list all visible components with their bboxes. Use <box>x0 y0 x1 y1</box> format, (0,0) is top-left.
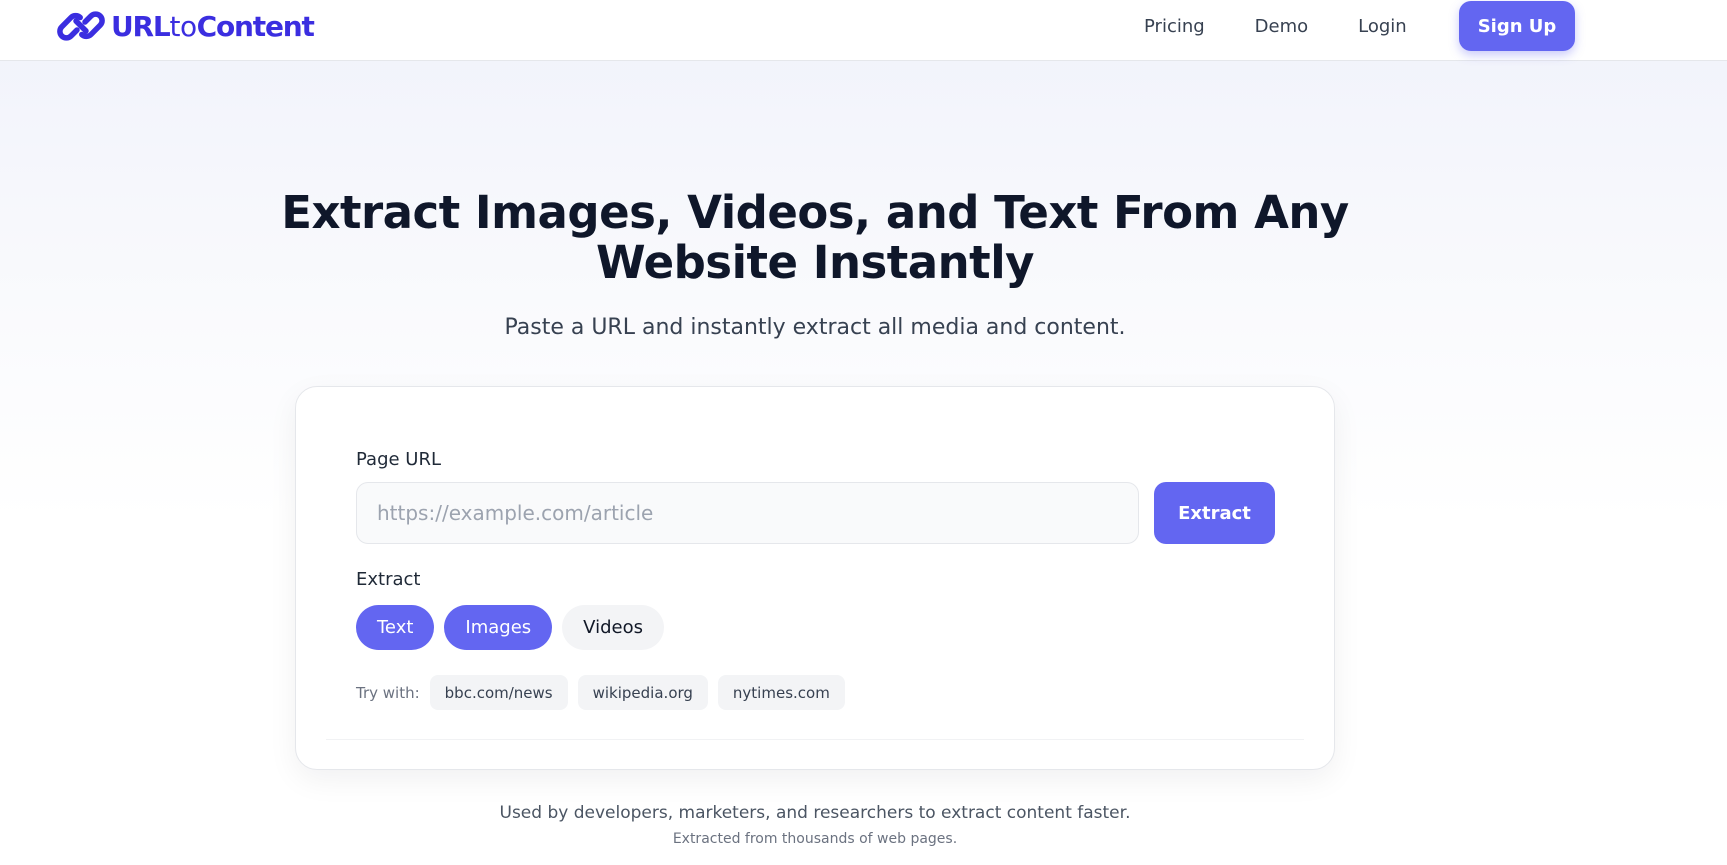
hero-title-line2: Website Instantly <box>596 236 1034 289</box>
nav-link-pricing[interactable]: Pricing <box>1144 16 1205 37</box>
extract-button[interactable]: Extract <box>1154 482 1275 544</box>
nav-link-login[interactable]: Login <box>1358 16 1407 37</box>
site-header: URLtoContent Pricing Demo Login Sign Up <box>0 0 1727 61</box>
top-nav: Pricing Demo Login <box>1144 0 1447 52</box>
brand-name-part2: to <box>169 9 198 43</box>
try-with-label: Try with: <box>356 683 420 702</box>
extract-type-label: Extract <box>356 569 421 590</box>
hero-title-line1: Extract Images, Videos, and Text From An… <box>281 186 1349 239</box>
chip-videos[interactable]: Videos <box>562 605 664 650</box>
chain-link-icon <box>57 11 105 41</box>
nav-link-demo[interactable]: Demo <box>1255 16 1308 37</box>
brand-logo[interactable]: URLtoContent <box>57 2 315 50</box>
signup-button[interactable]: Sign Up <box>1459 1 1575 51</box>
card-divider <box>326 739 1304 740</box>
extract-card: Page URL Extract Extract Text Images Vid… <box>295 386 1335 770</box>
brand-name: URLtoContent <box>111 9 315 43</box>
brand-name-part1: URL <box>111 9 171 43</box>
example-link-bbc[interactable]: bbc.com/news <box>429 675 568 710</box>
footer-subline: Extracted from thousands of web pages. <box>672 831 958 847</box>
try-with-row: Try with: bbc.com/news wikipedia.org nyt… <box>356 675 855 710</box>
footer-tagline: Used by developers, marketers, and resea… <box>499 803 1131 823</box>
chip-images[interactable]: Images <box>444 605 553 650</box>
example-link-nytimes[interactable]: nytimes.com <box>717 675 845 710</box>
hero-subtitle: Paste a URL and instantly extract all me… <box>504 315 1126 340</box>
chip-text[interactable]: Text <box>356 605 435 650</box>
url-input[interactable] <box>356 482 1139 544</box>
hero-title: Extract Images, Videos, and Text From An… <box>0 188 1630 288</box>
url-field-label: Page URL <box>356 449 442 470</box>
extract-type-chips: Text Images Videos <box>356 605 674 650</box>
brand-name-part3: Content <box>196 9 315 43</box>
example-link-wikipedia[interactable]: wikipedia.org <box>577 675 708 710</box>
